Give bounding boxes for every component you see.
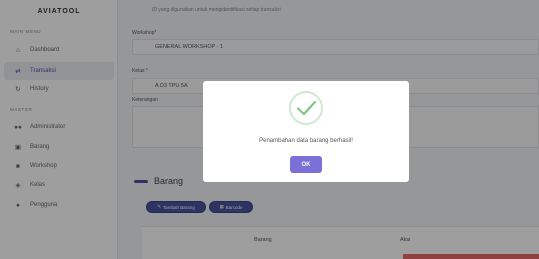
success-dialog: Penambahan data barang berhasil! OK — [203, 81, 409, 182]
success-message: Penambahan data barang berhasil! — [259, 138, 353, 144]
success-check-icon — [289, 91, 323, 125]
ok-button[interactable]: OK — [290, 156, 322, 173]
